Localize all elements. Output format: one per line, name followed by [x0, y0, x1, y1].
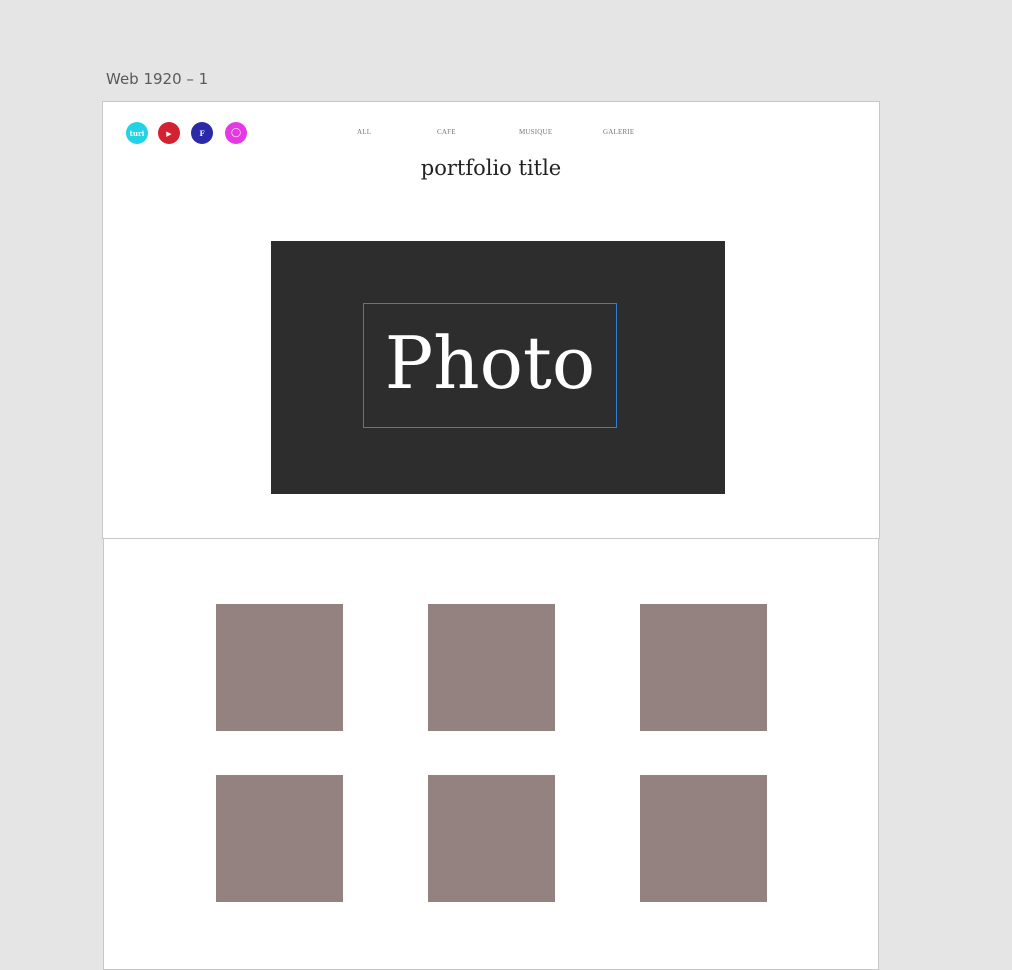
hero-text[interactable]: Photo — [385, 327, 595, 399]
tumblr-icon-label: turi — [129, 128, 145, 138]
hero-text-selection[interactable]: Photo — [363, 303, 617, 428]
hero-photo-block[interactable]: Photo — [271, 241, 725, 494]
nav-item-galerie[interactable]: GALERIE — [603, 128, 634, 136]
instagram-icon-label: ◯ — [230, 127, 242, 138]
nav-item-all[interactable]: ALL — [357, 128, 371, 136]
artboard-web-1920[interactable]: turi ▶ F ◯ ALL CAFE MUSIQUE GALERIE port… — [102, 101, 880, 539]
facebook-icon-label: F — [199, 128, 205, 138]
gallery-thumb[interactable] — [216, 604, 343, 731]
gallery-thumb[interactable] — [640, 775, 767, 902]
artboard-label[interactable]: Web 1920 – 1 — [106, 70, 208, 88]
youtube-icon-label: ▶ — [166, 128, 172, 138]
nav-item-musique[interactable]: MUSIQUE — [519, 128, 552, 136]
tumblr-icon[interactable]: turi — [126, 122, 148, 144]
artboard-gallery[interactable] — [103, 538, 879, 970]
instagram-icon[interactable]: ◯ — [225, 122, 247, 144]
gallery-thumb[interactable] — [428, 604, 555, 731]
page-title: portfolio title — [420, 156, 562, 180]
facebook-icon[interactable]: F — [191, 122, 213, 144]
nav-item-cafe[interactable]: CAFE — [437, 128, 456, 136]
youtube-icon[interactable]: ▶ — [158, 122, 180, 144]
gallery-thumb[interactable] — [428, 775, 555, 902]
gallery-thumb[interactable] — [640, 604, 767, 731]
gallery-thumb[interactable] — [216, 775, 343, 902]
